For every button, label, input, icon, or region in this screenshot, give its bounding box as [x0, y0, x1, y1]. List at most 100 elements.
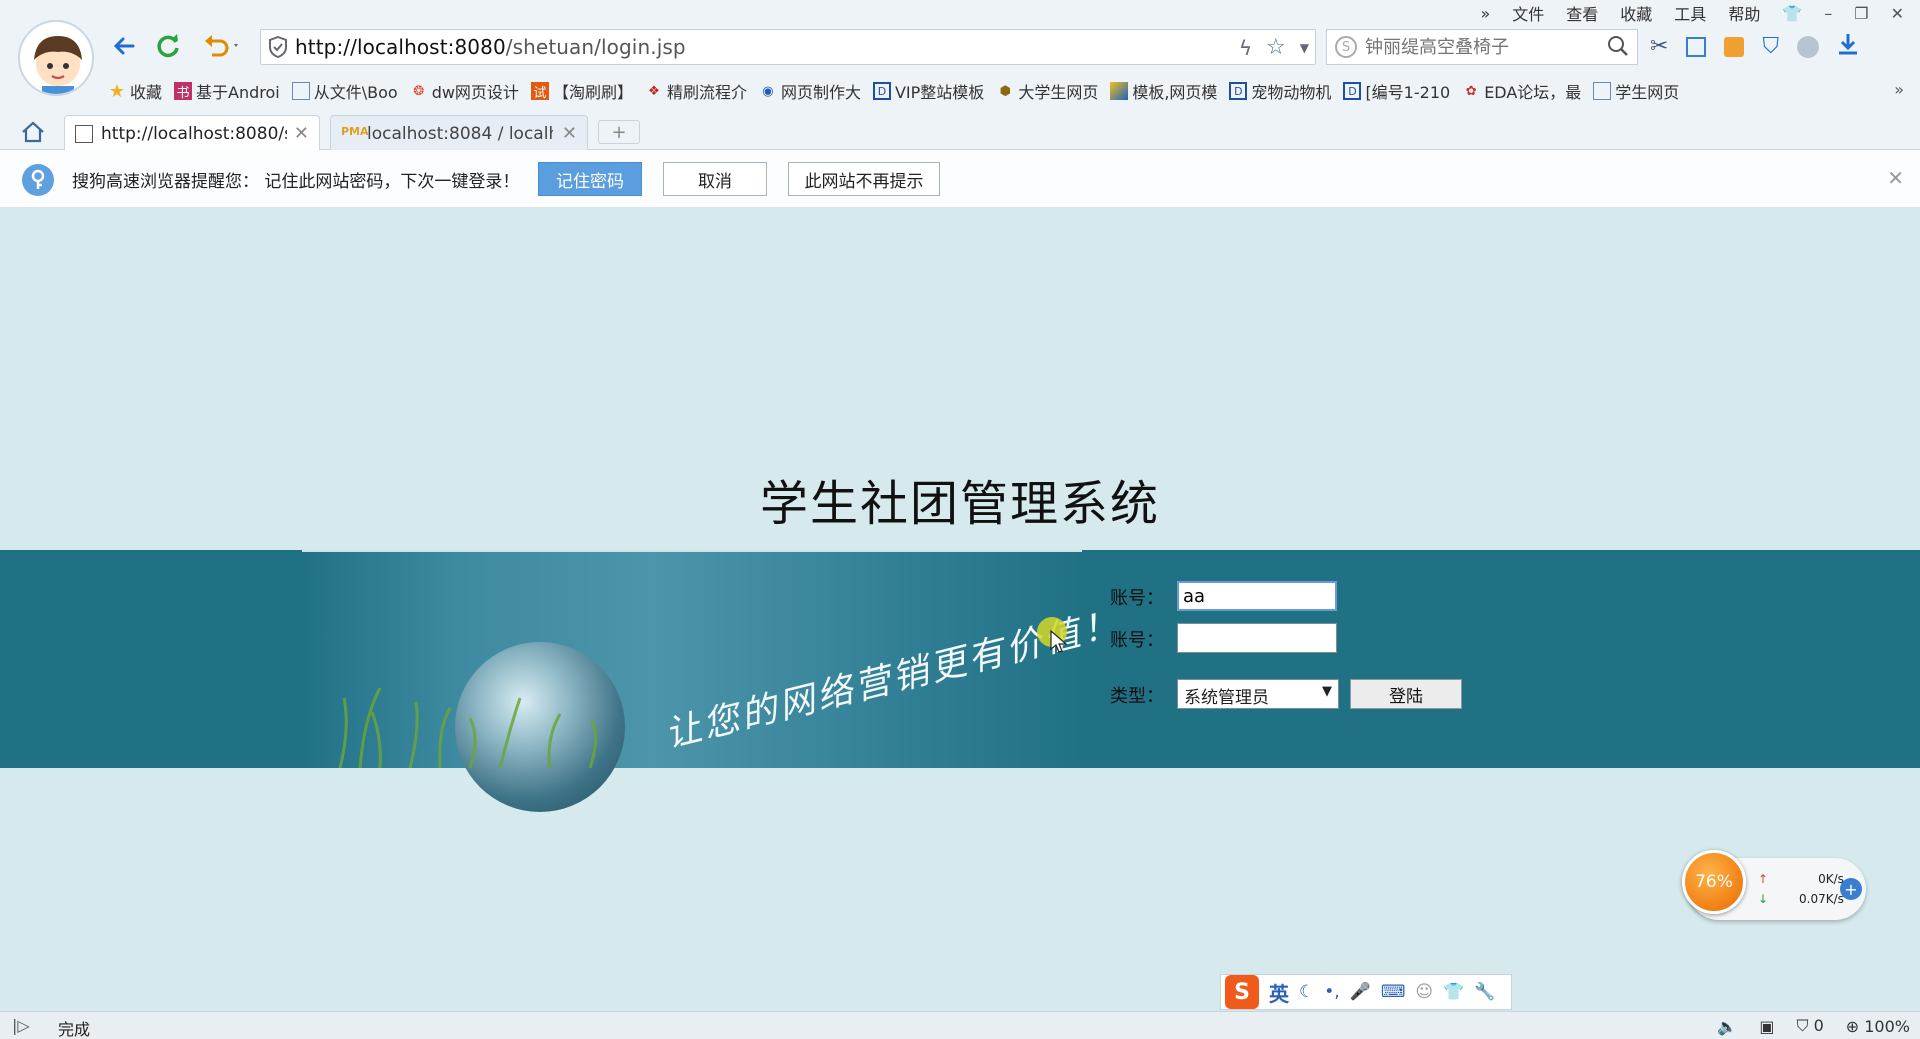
url-host: http://localhost:8080 — [295, 35, 506, 59]
back-button[interactable] — [108, 30, 140, 62]
page-icon: ❖ — [648, 83, 660, 99]
bookmark-item[interactable]: ★ 收藏 — [108, 79, 162, 103]
restore-button[interactable]: ❐ — [1854, 4, 1868, 23]
page-icon: ◉ — [762, 83, 774, 99]
bookmark-item[interactable]: D [编号1-210 — [1343, 79, 1450, 103]
extension-icon[interactable] — [1724, 36, 1745, 57]
tab-label: http://localhost:8080/s — [101, 123, 287, 144]
undo-close-button[interactable] — [198, 30, 246, 62]
moon-icon[interactable]: ☾ — [1299, 982, 1314, 1002]
back-arrow-icon — [113, 37, 135, 55]
refresh-icon — [157, 34, 179, 58]
tab-login-page[interactable]: http://localhost:8080/s ✕ — [64, 115, 320, 151]
skin-icon[interactable]: 👕 — [1782, 4, 1802, 23]
tab-phpmyadmin[interactable]: PMA localhost:8084 / localh ✕ — [330, 115, 588, 151]
menu-file[interactable]: 文件 — [1512, 1, 1544, 25]
bookmark-item[interactable]: ❖ 精刷流程介 — [645, 79, 747, 103]
security-icon[interactable]: ⛉ — [1762, 34, 1779, 59]
search-box[interactable]: S — [1326, 29, 1638, 65]
menu-favorites[interactable]: 收藏 — [1620, 1, 1652, 25]
ime-toolbar[interactable]: S 英 ☾ •, 🎤 ⌨ ☺ 👕 🔧 — [1220, 974, 1512, 1010]
refresh-button[interactable] — [152, 30, 184, 62]
upload-arrow-icon: ↑ — [1758, 872, 1769, 886]
bookmark-item[interactable]: 学生网页 — [1593, 79, 1679, 103]
accelerate-plus-icon[interactable]: + — [1840, 878, 1862, 900]
microphone-icon[interactable]: 🎤 — [1350, 982, 1371, 1002]
search-icon[interactable] — [1607, 35, 1629, 62]
status-bar: |▷ 完成 🔈 ▣ ⛉ 0 ⊕ 100% — [0, 1011, 1920, 1039]
bookmark-item[interactable]: 书基于Androi — [174, 79, 280, 103]
remember-password-button[interactable]: 记住密码 — [538, 162, 642, 196]
dropdown-arrow-icon[interactable]: ▼ — [1300, 41, 1309, 55]
wrench-icon[interactable]: 🔧 — [1474, 982, 1495, 1002]
page-icon: ❂ — [413, 83, 425, 99]
tab-close-icon[interactable]: ✕ — [562, 123, 577, 144]
ime-language-mode[interactable]: 英 — [1269, 978, 1289, 1007]
undo-icon — [205, 35, 238, 57]
account-input[interactable] — [1177, 581, 1337, 611]
user-icon[interactable]: ☺ — [1415, 982, 1433, 1002]
more-tools-icon[interactable] — [1796, 35, 1819, 58]
search-input[interactable] — [1365, 36, 1585, 58]
account-label: 账号： — [1110, 588, 1164, 609]
ad-block-count[interactable]: ⛉ 0 — [1796, 1016, 1823, 1036]
sogou-ime-logo-icon[interactable]: S — [1225, 975, 1259, 1009]
tab-close-icon[interactable]: ✕ — [294, 123, 309, 144]
close-window-button[interactable]: ✕ — [1891, 4, 1904, 23]
minimize-button[interactable]: – — [1824, 4, 1832, 23]
never-for-site-button[interactable]: 此网站不再提示 — [788, 162, 940, 196]
zoom-level[interactable]: ⊕ 100% — [1846, 1017, 1910, 1036]
bookmark-item[interactable]: ◉ 网页制作大 — [759, 79, 861, 103]
keyboard-icon[interactable]: ⌨ — [1381, 982, 1406, 1002]
scissors-icon[interactable]: ✂ — [1650, 34, 1668, 59]
bookmark-item[interactable]: 试【淘刷刷】 — [530, 79, 633, 103]
shield-icon: ⛉ — [1796, 1016, 1809, 1035]
bookmark-item[interactable]: ⬢ 大学生网页 — [996, 79, 1099, 103]
menu-view[interactable]: 查看 — [1566, 1, 1598, 25]
punctuation-icon[interactable]: •, — [1324, 982, 1339, 1002]
star-icon: ★ — [108, 80, 126, 102]
plus-icon: + — [611, 121, 627, 143]
window-icon[interactable]: ▣ — [1759, 1017, 1774, 1036]
bookmark-item[interactable]: ❂ dw网页设计 — [410, 79, 519, 103]
lightning-icon[interactable]: ϟ — [1239, 36, 1252, 60]
user-type-select[interactable]: 系统管理员 ▼ — [1177, 679, 1339, 709]
home-button[interactable] — [20, 120, 46, 149]
avatar-icon — [34, 36, 82, 94]
menu-bar: » 文件 查看 收藏 工具 帮助 👕 – ❐ ✕ — [1480, 0, 1920, 26]
screenshot-icon[interactable] — [1686, 36, 1707, 57]
bookmark-item[interactable]: 模板,网页模 — [1110, 79, 1217, 103]
user-type-selected: 系统管理员 — [1184, 688, 1269, 708]
network-speed-widget[interactable]: 76% ↑ 0K/s ↓ 0.07K/s + — [1682, 850, 1866, 920]
type-label: 类型： — [1110, 686, 1164, 707]
bookmark-item[interactable]: 从文件\Boo — [291, 79, 398, 103]
menu-tools[interactable]: 工具 — [1674, 1, 1706, 25]
star-icon[interactable]: ☆ — [1266, 35, 1286, 60]
upload-speed: ↑ 0K/s — [1758, 872, 1844, 886]
address-bar[interactable]: http://localhost:8080/shetuan/login.jsp … — [260, 29, 1316, 65]
download-icon[interactable] — [1837, 32, 1859, 61]
new-tab-button[interactable]: + — [598, 120, 640, 144]
sidebar-toggle-icon[interactable]: |▷ — [12, 1016, 30, 1035]
close-icon[interactable]: ✕ — [1887, 166, 1904, 190]
password-input[interactable] — [1177, 623, 1337, 653]
skin-icon[interactable]: 👕 — [1443, 982, 1464, 1002]
menu-help[interactable]: 帮助 — [1728, 1, 1760, 25]
speaker-icon[interactable]: 🔈 — [1717, 1017, 1737, 1036]
page-icon: ⬢ — [999, 83, 1011, 99]
home-icon — [22, 121, 44, 143]
cancel-button[interactable]: 取消 — [663, 162, 767, 196]
bookmark-item[interactable]: D VIP整站模板 — [872, 79, 984, 103]
address-actions: ϟ ☆ ▼ — [1239, 35, 1309, 60]
browser-chrome: » 文件 查看 收藏 工具 帮助 👕 – ❐ ✕ http://localhos… — [0, 0, 1920, 151]
bookmarks-more-icon[interactable]: » — [1894, 80, 1904, 99]
zoom-icon: ⊕ — [1845, 1016, 1860, 1036]
user-avatar[interactable] — [18, 20, 94, 96]
login-button[interactable]: 登陆 — [1350, 679, 1462, 709]
memory-usage-ball[interactable]: 76% — [1682, 850, 1746, 914]
page-icon: 试 — [530, 82, 549, 101]
menu-more-icon[interactable]: » — [1480, 4, 1490, 23]
bookmark-item[interactable]: D 宠物动物机 — [1229, 79, 1331, 103]
folder-icon — [291, 82, 310, 100]
bookmark-item[interactable]: ✿ EDA论坛，最 — [1462, 79, 1582, 103]
